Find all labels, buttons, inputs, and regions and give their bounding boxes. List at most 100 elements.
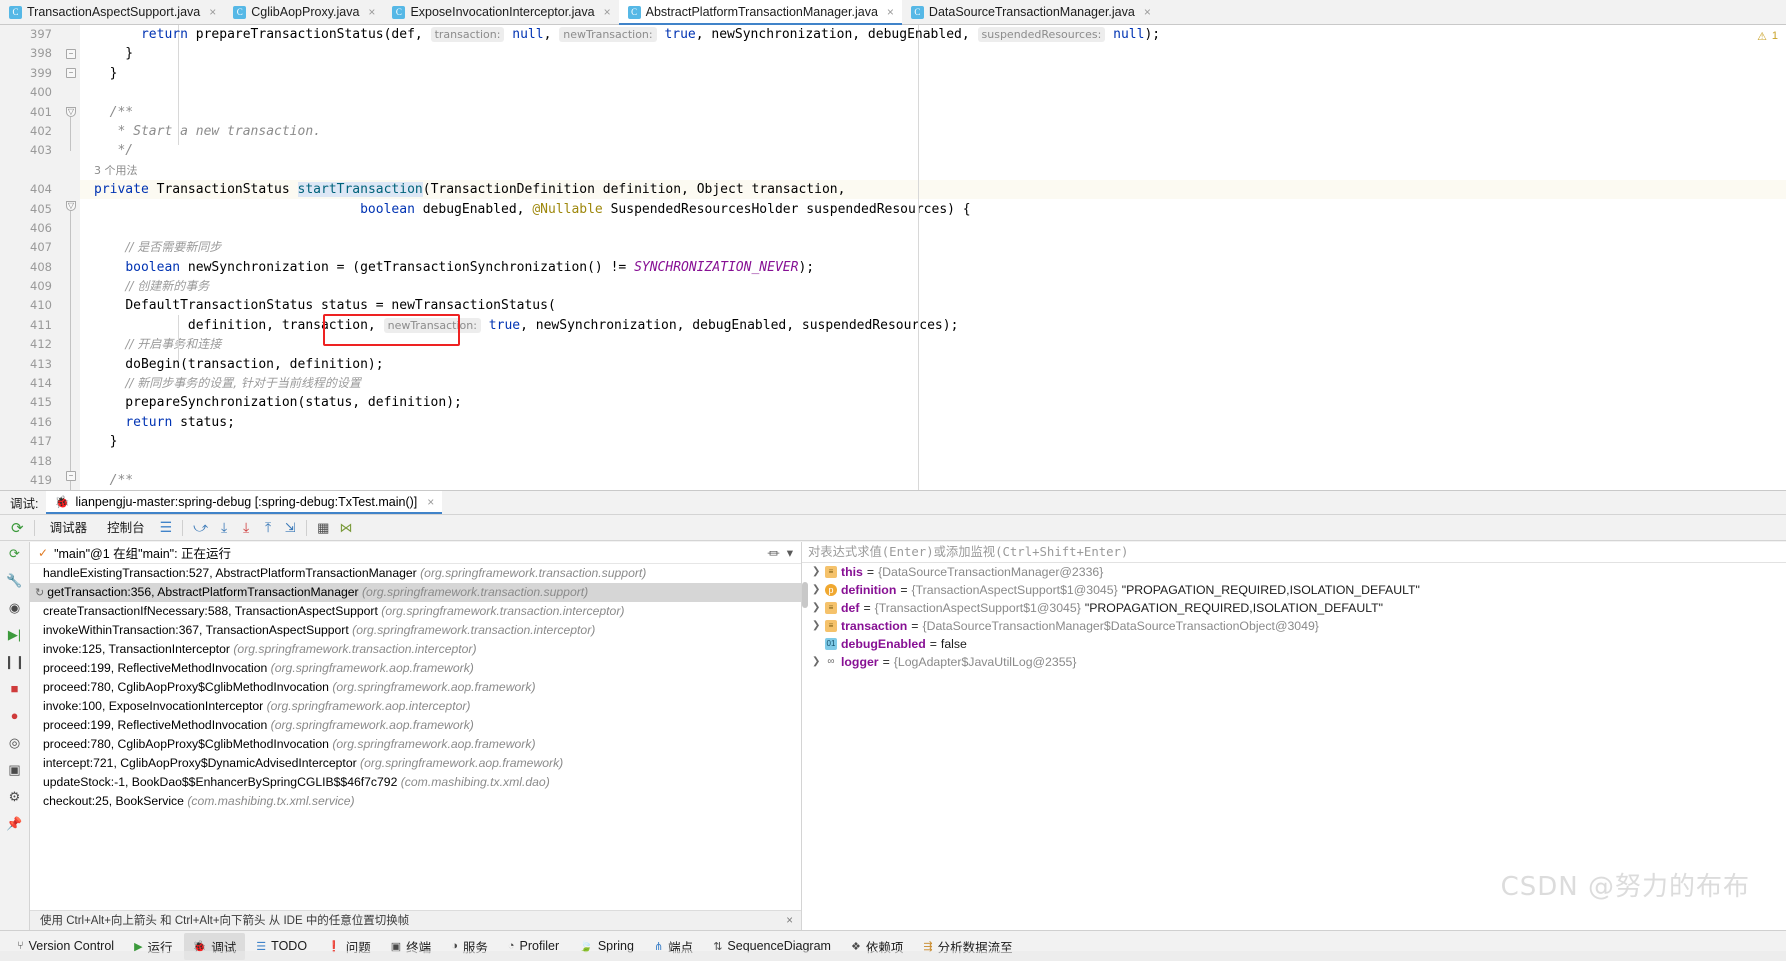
- stack-frame-row[interactable]: checkout:25, BookService (com.mashibing.…: [30, 792, 801, 811]
- close-icon[interactable]: ×: [604, 5, 611, 19]
- code-folding-column[interactable]: − − ▽ ▽ − −: [62, 25, 80, 490]
- close-icon[interactable]: ×: [1144, 5, 1151, 19]
- step-into-icon[interactable]: ⤓: [213, 517, 235, 539]
- stack-frame-row[interactable]: invoke:100, ExposeInvocationInterceptor …: [30, 697, 801, 716]
- resume-program-icon[interactable]: ▶|: [8, 627, 21, 643]
- variable-row[interactable]: ❯ ∞ logger = {LogAdapter$JavaUtilLog@235…: [802, 653, 1786, 671]
- frame-method: checkout:25, BookService: [43, 794, 184, 808]
- frame-package: (org.springframework.transaction.interce…: [381, 604, 625, 618]
- evaluate-expression-input[interactable]: 对表达式求值(Enter)或添加监视(Ctrl+Shift+Enter): [802, 542, 1786, 563]
- variable-row[interactable]: 01 debugEnabled = false: [802, 635, 1786, 653]
- code-editor[interactable]: 397 398 399 400 401 402 403 404 405 406 …: [0, 25, 1786, 490]
- stop-icon[interactable]: ■: [11, 681, 19, 697]
- line-number: 412: [30, 337, 52, 352]
- chevron-right-icon[interactable]: ❯: [812, 599, 821, 617]
- fold-collapse-icon[interactable]: −: [66, 68, 76, 78]
- fold-collapse-icon[interactable]: −: [66, 49, 76, 59]
- stack-frame-row[interactable]: createTransactionIfNecessary:588, Transa…: [30, 602, 801, 621]
- editor-tab-1[interactable]: C CglibAopProxy.java ×: [224, 0, 383, 24]
- usages-inlay[interactable]: 3 个用法: [94, 161, 1786, 180]
- close-icon[interactable]: ×: [887, 5, 894, 19]
- debug-tool-window: 调试: 🐞 lianpengju-master:spring-debug [:s…: [0, 490, 1786, 930]
- mute-breakpoints-icon[interactable]: ⋈: [334, 517, 357, 539]
- code-line-405: boolean debugEnabled, @Nullable Suspende…: [360, 201, 971, 217]
- stack-frame-row[interactable]: proceed:199, ReflectiveMethodInvocation …: [30, 659, 801, 678]
- frame-package: (org.springframework.transaction.support…: [420, 566, 647, 580]
- fold-javadoc-icon[interactable]: ▽: [66, 107, 76, 117]
- frame-package: (org.springframework.aop.framework): [270, 718, 474, 732]
- window-bottom-edge: [0, 951, 1786, 961]
- debug-session-tab[interactable]: 🐞 lianpengju-master:spring-debug [:sprin…: [46, 491, 443, 514]
- variables-list[interactable]: ❯ ≡ this = {DataSourceTransactionManager…: [802, 563, 1786, 671]
- fold-method-icon[interactable]: ▽: [66, 201, 76, 211]
- call-stack-list[interactable]: handleExistingTransaction:527, AbstractP…: [30, 564, 801, 811]
- stack-frame-row[interactable]: proceed:780, CglibAopProxy$CglibMethodIn…: [30, 735, 801, 754]
- frame-package: (org.springframework.transaction.interce…: [233, 642, 477, 656]
- stack-frame-row[interactable]: invokeWithinTransaction:367, Transaction…: [30, 621, 801, 640]
- stack-frame-row-selected[interactable]: ↻ getTransaction:356, AbstractPlatformTra…: [30, 583, 801, 602]
- variable-row[interactable]: ❯ ≡ def = {TransactionAspectSupport$1@30…: [802, 599, 1786, 617]
- run-to-cursor-icon[interactable]: ⇲: [279, 517, 301, 539]
- stack-frame-row[interactable]: proceed:780, CglibAopProxy$CglibMethodIn…: [30, 678, 801, 697]
- line-number: 397: [30, 27, 52, 41]
- frame-method: handleExistingTransaction:527, AbstractP…: [43, 566, 417, 580]
- annotation-nullable: @Nullable: [532, 201, 603, 217]
- editor-gutter[interactable]: 397 398 399 400 401 402 403 404 405 406 …: [0, 25, 62, 490]
- screenshot-icon[interactable]: ▣: [8, 762, 20, 778]
- layout-icon[interactable]: ☰: [155, 517, 178, 539]
- pin-icon[interactable]: 📌: [6, 816, 22, 832]
- rerun-icon[interactable]: ⟳: [6, 517, 29, 539]
- chevron-right-icon[interactable]: ❯: [812, 617, 821, 635]
- pause-program-icon[interactable]: ❙❙: [4, 654, 26, 670]
- tab-console[interactable]: 控制台: [97, 517, 155, 539]
- variable-row[interactable]: ❯ ≡ this = {DataSourceTransactionManager…: [802, 563, 1786, 581]
- code-line-402: * Start a new transaction.: [94, 122, 1786, 141]
- tab-debugger[interactable]: 调试器: [40, 517, 98, 539]
- line-number: 419: [30, 472, 52, 487]
- editor-tab-2[interactable]: C ExposeInvocationInterceptor.java ×: [383, 0, 618, 24]
- chevron-right-icon[interactable]: ❯: [812, 653, 821, 671]
- variable-row[interactable]: ❯ ≡ transaction = {DataSourceTransaction…: [802, 617, 1786, 635]
- settings-wrench-icon[interactable]: 🔧: [6, 573, 22, 589]
- usages-label[interactable]: 3 个用法: [94, 164, 138, 177]
- close-icon[interactable]: ×: [786, 911, 793, 931]
- filter-icon[interactable]: ⏛: [767, 543, 780, 562]
- view-breakpoints-icon[interactable]: ●: [11, 708, 19, 724]
- stack-frame-row[interactable]: intercept:721, CglibAopProxy$DynamicAdvi…: [30, 754, 801, 773]
- evaluate-expression-icon[interactable]: ▦: [312, 517, 334, 539]
- stack-frame-row[interactable]: updateStock:-1, BookDao$$EnhancerBySprin…: [30, 773, 801, 792]
- editor-tab-0[interactable]: C TransactionAspectSupport.java ×: [0, 0, 224, 24]
- thread-selector[interactable]: ✓ "main"@1 在组"main": 正在运行 ⏛ ▾: [30, 542, 801, 564]
- mute-icon[interactable]: ◎: [9, 735, 20, 751]
- stack-frame-row[interactable]: invoke:125, TransactionInterceptor (org.…: [30, 640, 801, 659]
- rerun-debug-icon[interactable]: ⟳: [9, 546, 20, 562]
- thread-running-icon: ✓: [38, 545, 49, 560]
- close-icon[interactable]: ×: [209, 5, 216, 19]
- editor-tab-4[interactable]: C DataSourceTransactionManager.java ×: [902, 0, 1159, 24]
- variable-row[interactable]: ❯ p definition = {TransactionAspectSuppo…: [802, 581, 1786, 599]
- line-number: 399: [30, 65, 52, 80]
- chevron-right-icon[interactable]: ❯: [812, 581, 821, 599]
- chevron-right-icon[interactable]: ❯: [812, 563, 821, 581]
- chevron-down-icon[interactable]: ▾: [787, 545, 793, 560]
- line-number: 417: [30, 434, 52, 449]
- close-icon[interactable]: ×: [427, 495, 434, 509]
- variables-scrollbar[interactable]: [802, 582, 808, 608]
- step-over-icon[interactable]: ⤻: [188, 517, 213, 539]
- stack-frame-row[interactable]: handleExistingTransaction:527, AbstractP…: [30, 564, 801, 583]
- step-out-icon[interactable]: ⤒: [257, 517, 279, 539]
- force-step-into-icon[interactable]: ⤓: [235, 517, 257, 539]
- code-text-area[interactable]: return prepareTransactionStatus(def, tra…: [80, 25, 1786, 490]
- close-icon[interactable]: ×: [368, 5, 375, 19]
- settings-gear-icon[interactable]: ⚙: [9, 789, 21, 805]
- editor-tab-3[interactable]: C AbstractPlatformTransactionManager.jav…: [618, 0, 903, 25]
- stack-frame-row[interactable]: proceed:199, ReflectiveMethodInvocation …: [30, 716, 801, 735]
- mute-breakpoints-eye-icon[interactable]: ◉: [9, 600, 20, 616]
- editor-tab-bar: C TransactionAspectSupport.java × C Cgli…: [0, 0, 1786, 25]
- line-number: 418: [30, 453, 52, 468]
- code-line-413: doBegin(transaction, definition);: [94, 356, 384, 372]
- fold-collapse-icon[interactable]: −: [66, 471, 76, 481]
- boolean-value-icon: 01: [825, 638, 837, 650]
- ide-window: C TransactionAspectSupport.java × C Cgli…: [0, 0, 1786, 961]
